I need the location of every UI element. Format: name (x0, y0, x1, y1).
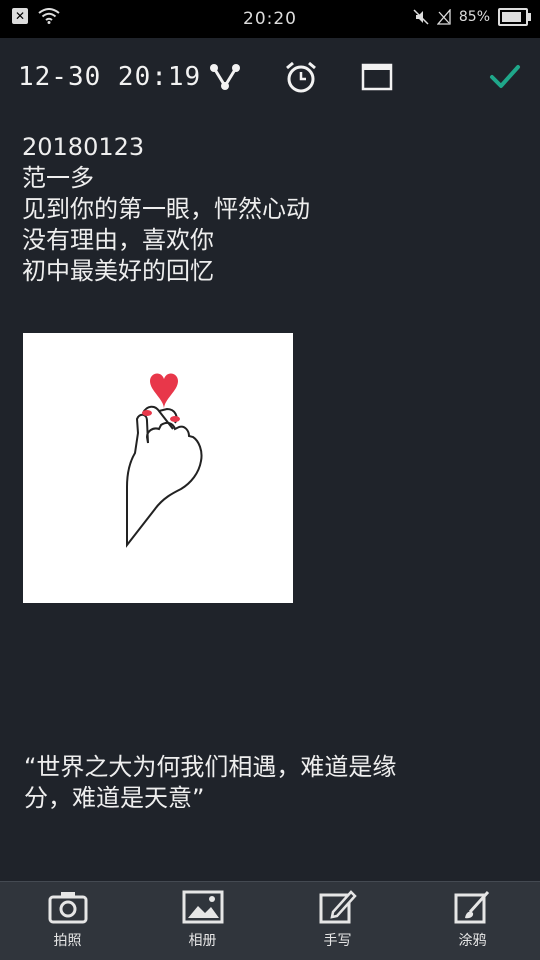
doodle-button[interactable]: 涂鸦 (405, 882, 540, 960)
battery-percent: 85% (458, 9, 490, 25)
note-image-finger-heart[interactable] (23, 333, 293, 603)
doodle-label: 涂鸦 (458, 933, 487, 949)
gallery-button[interactable]: 相册 (135, 882, 270, 960)
note-line: 20180123 (22, 133, 145, 161)
battery-icon (498, 8, 531, 26)
note-line: 初中最美好的回忆 (22, 257, 214, 285)
status-right: 85% (413, 8, 531, 26)
bottom-toolbar: 拍照 相册 手写 涂鸦 (0, 881, 540, 960)
notes-editor-screen: ✕ 20:20 85% 12-30 20:19 20180123 范一多 见到你… (0, 0, 540, 960)
handwrite-button[interactable]: 手写 (270, 882, 405, 960)
share-icon[interactable] (208, 60, 242, 94)
note-line: 范一多 (22, 164, 94, 192)
gallery-label: 相册 (188, 933, 217, 949)
check-icon[interactable] (488, 60, 522, 94)
heart-icon (150, 373, 178, 409)
quote-line: 分，难道是天意” (24, 784, 205, 812)
battery-fill (502, 12, 521, 22)
editor-toolbar: 12-30 20:19 (0, 38, 540, 116)
window-icon[interactable] (360, 60, 394, 94)
note-body[interactable]: 20180123 范一多 见到你的第一眼，怦然心动 没有理由，喜欢你 初中最美好… (22, 132, 502, 287)
note-line: 没有理由，喜欢你 (22, 226, 214, 254)
note-line: 见到你的第一眼，怦然心动 (22, 195, 310, 223)
note-quote[interactable]: “世界之大为何我们相遇，难道是缘 分，难道是天意” (24, 752, 504, 814)
hand-drawing (125, 413, 203, 548)
handwrite-icon (319, 890, 357, 924)
handwrite-label: 手写 (323, 933, 352, 949)
mute-icon (413, 9, 429, 25)
alarm-icon[interactable] (284, 60, 318, 94)
signal-off-icon (436, 9, 451, 25)
note-datetime: 12-30 20:19 (18, 62, 202, 92)
camera-icon (48, 892, 87, 924)
camera-label: 拍照 (53, 933, 82, 949)
doodle-icon (454, 890, 489, 924)
status-bar: ✕ 20:20 85% (0, 0, 540, 38)
gallery-icon (182, 890, 223, 924)
camera-button[interactable]: 拍照 (0, 882, 135, 960)
quote-line: “世界之大为何我们相遇，难道是缘 (24, 753, 397, 781)
